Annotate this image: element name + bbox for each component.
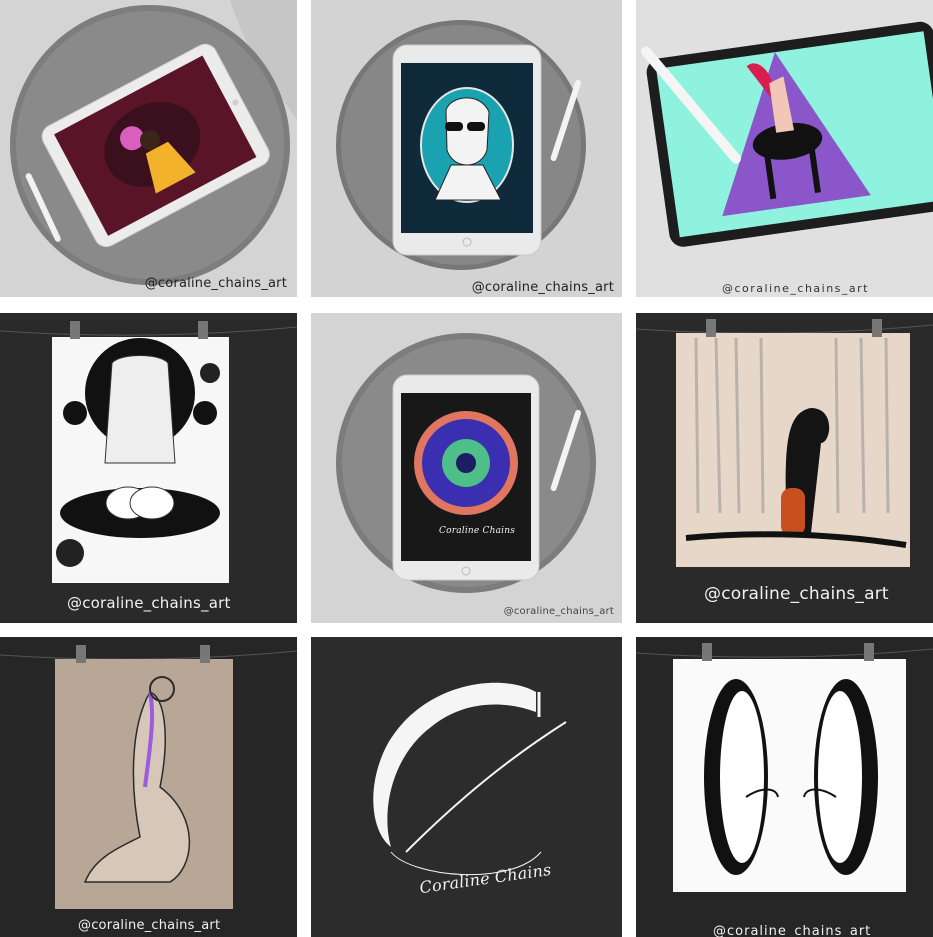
watermark: @coraline_chains_art (704, 584, 889, 604)
post-tile-1[interactable]: @coraline_chains_art (0, 0, 297, 297)
post-tile-4[interactable]: @coraline_chains_art (0, 313, 297, 623)
watermark: @coraline_chains_art (144, 276, 287, 291)
post-tile-7[interactable]: @coraline_chains_art (0, 637, 297, 937)
poster-artwork-mirrors (636, 637, 933, 937)
poster-artwork-figure-sketch (0, 637, 297, 937)
tablet-artwork-mandala (311, 313, 622, 623)
binder-clip-icon (70, 321, 80, 339)
watermark: @coraline_chains_art (78, 918, 221, 933)
tablet-artwork-centaur (636, 0, 933, 297)
post-tile-2[interactable]: @coraline_chains_art (311, 0, 622, 297)
tablet-artwork-portrait (311, 0, 622, 297)
poster-artwork-moon-woman (0, 313, 297, 623)
watermark: @coraline_chains_art (67, 594, 231, 612)
post-tile-9[interactable]: @coraline_chains_art (636, 637, 933, 937)
post-tile-3[interactable]: @coraline_chains_art (636, 0, 933, 297)
logo-c-mark (311, 637, 622, 937)
watermark: @coraline_chains_art (713, 924, 872, 937)
tablet-signature: Coraline Chains (439, 526, 516, 536)
poster-artwork-shadow-figure (636, 313, 933, 623)
watermark: @coraline_chains_art (722, 282, 869, 295)
post-tile-6[interactable]: @coraline_chains_art (636, 313, 933, 623)
tablet-artwork-fairy (0, 0, 297, 297)
post-tile-5[interactable]: Coraline Chains @coraline_chains_art (311, 313, 622, 623)
watermark: @coraline_chains_art (503, 606, 614, 617)
watermark: @coraline_chains_art (471, 280, 614, 295)
post-tile-8-logo[interactable]: Coraline Chains (311, 637, 622, 937)
